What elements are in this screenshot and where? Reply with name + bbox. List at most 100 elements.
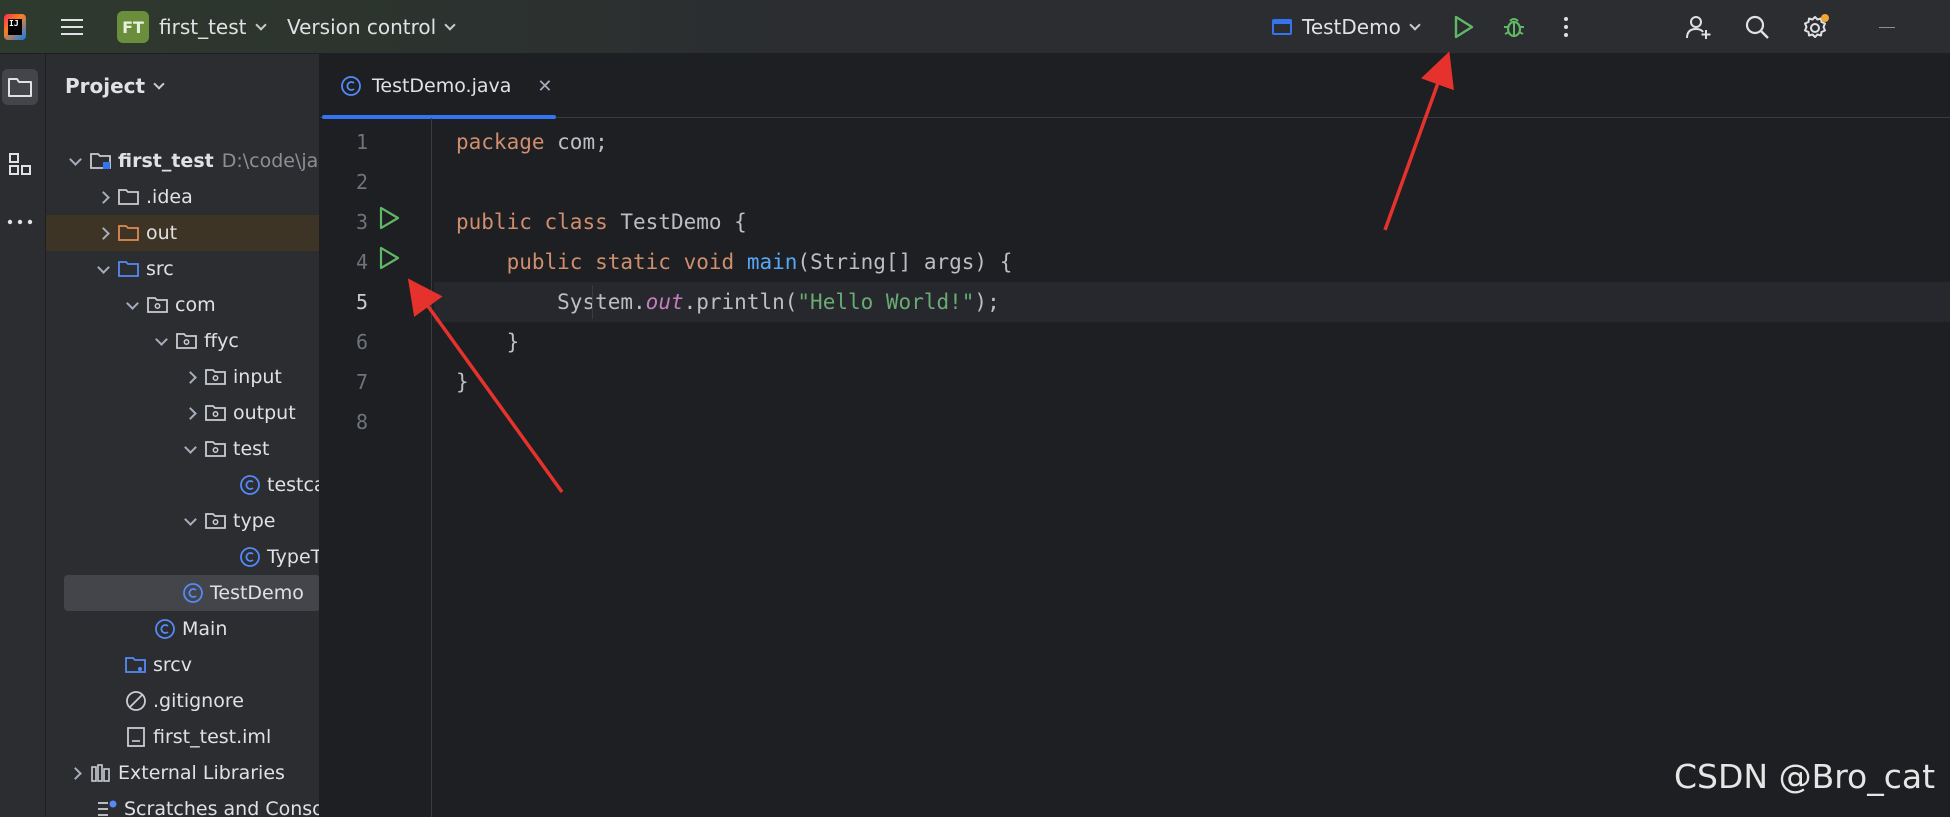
project-tool-button[interactable]	[2, 69, 38, 105]
expand-arrow-icon[interactable]	[96, 190, 110, 204]
tree-item-label: type	[233, 510, 276, 532]
line-number: 2	[355, 170, 368, 194]
collapse-arrow-icon[interactable]	[68, 154, 82, 168]
line-number: 3	[355, 210, 368, 234]
tree-item-src[interactable]: src	[46, 251, 319, 287]
java-class-icon	[240, 475, 260, 495]
tree-item-main[interactable]: Main	[46, 611, 319, 647]
chevron-down-icon	[1409, 19, 1421, 31]
tree-item-label: out	[146, 222, 178, 244]
line-number: 8	[355, 410, 368, 434]
vcs-label: Version control	[287, 15, 437, 39]
more-tool-windows-icon[interactable]	[2, 204, 38, 240]
code-area[interactable]: package com; public class TestDemo { pub…	[434, 118, 1950, 817]
tree-item-label: External Libraries	[118, 762, 285, 784]
run-button[interactable]	[1447, 0, 1481, 54]
search-button[interactable]	[1740, 0, 1774, 54]
tree-item-label: input	[233, 366, 282, 388]
tree-item-scratches[interactable]: Scratches and Conso	[46, 791, 320, 817]
run-config-name: TestDemo	[1302, 15, 1401, 39]
tree-item-gitignore[interactable]: .gitignore	[46, 683, 319, 719]
tree-item-type[interactable]: type	[46, 503, 319, 539]
gutter-run-main-button[interactable]	[376, 245, 402, 271]
indent-guide	[592, 285, 593, 319]
version-control-menu[interactable]: Version control	[287, 0, 456, 54]
panel-title: Project	[65, 74, 146, 98]
tree-item-output[interactable]: output	[46, 395, 319, 431]
minimize-icon	[1879, 26, 1895, 28]
line-number: 4	[355, 250, 368, 274]
tree-item-out[interactable]: out	[46, 215, 319, 251]
tab-label: TestDemo.java	[372, 75, 512, 97]
run-icon	[379, 246, 400, 270]
tree-item-label: .gitignore	[153, 690, 244, 712]
module-file-icon	[127, 727, 145, 747]
tree-item-external-libraries[interactable]: External Libraries	[46, 755, 319, 791]
module-folder-icon	[90, 153, 111, 169]
tree-item-first-test[interactable]: first_test D:\code\ja	[46, 143, 319, 179]
tree-item-input[interactable]: input	[46, 359, 319, 395]
run-configuration-selector[interactable]: TestDemo	[1272, 0, 1421, 54]
package-icon	[147, 297, 168, 313]
collapse-arrow-icon[interactable]	[96, 262, 110, 276]
add-user-icon	[1686, 16, 1711, 39]
tool-window-strip	[0, 54, 46, 817]
tree-item-testca[interactable]: testca	[46, 467, 320, 503]
minimize-window-button[interactable]	[1870, 0, 1904, 54]
code-line-4: public static void main (String[] args) {	[506, 250, 1013, 274]
project-switcher[interactable]: FT first_test	[117, 0, 267, 54]
excluded-folder-icon	[118, 225, 139, 241]
tree-item-label: testca	[267, 474, 320, 496]
expand-arrow-icon[interactable]	[96, 226, 110, 240]
tree-item-com[interactable]: com	[46, 287, 319, 323]
library-icon	[91, 764, 110, 782]
tree-item-label: Scratches and Conso	[124, 798, 320, 817]
tree-item-label: src	[146, 258, 174, 280]
debug-button[interactable]	[1497, 0, 1531, 54]
chevron-down-icon	[254, 19, 267, 31]
title-bar: IJ FT first_test Version control TestDem…	[0, 0, 1950, 54]
settings-button[interactable]	[1799, 0, 1833, 54]
main-menu-icon[interactable]	[56, 0, 88, 54]
close-icon[interactable]: ✕	[537, 76, 552, 97]
watermark: CSDN @Bro_cat	[1674, 757, 1936, 796]
tree-item-testdemo[interactable]: TestDemo	[64, 575, 319, 611]
expand-arrow-icon[interactable]	[183, 370, 197, 384]
project-name: first_test	[159, 15, 247, 39]
tree-item-label: test	[233, 438, 270, 460]
tab-testdemo-java[interactable]: TestDemo.java ✕	[320, 54, 556, 119]
collapse-arrow-icon[interactable]	[125, 298, 139, 312]
tree-item-label: TypeT	[267, 546, 320, 568]
collapse-arrow-icon[interactable]	[183, 442, 197, 456]
collapse-arrow-icon[interactable]	[154, 334, 168, 348]
tree-item-typet[interactable]: TypeT	[46, 539, 320, 575]
tree-item-label: TestDemo	[210, 582, 304, 604]
folder-icon	[118, 189, 139, 205]
tree-item-srcv[interactable]: srcv	[46, 647, 319, 683]
expand-arrow-icon[interactable]	[68, 766, 82, 780]
line-number: 1	[355, 130, 368, 154]
collapse-arrow-icon[interactable]	[183, 514, 197, 528]
more-actions-icon[interactable]	[1549, 0, 1583, 54]
tree-item-first-test-iml[interactable]: first_test.iml	[46, 719, 319, 755]
code-line-3: public class TestDemo {	[456, 210, 747, 234]
expand-arrow-icon[interactable]	[183, 406, 197, 420]
project-panel: Project first_test D:\code\ja .idea out …	[46, 54, 320, 817]
tree-item-label: output	[233, 402, 296, 424]
tree-item-test[interactable]: test	[46, 431, 319, 467]
editor-gutter: 1 2 3 4 5 6 7 8	[320, 118, 460, 817]
java-class-icon	[240, 547, 260, 567]
structure-tool-button[interactable]	[2, 146, 38, 182]
source-folder-icon	[118, 261, 139, 277]
tree-item-label: Main	[182, 618, 228, 640]
chevron-down-icon	[444, 19, 456, 31]
source-folder-icon	[125, 657, 146, 673]
gutter-run-class-button[interactable]	[376, 205, 402, 231]
project-panel-header[interactable]: Project	[46, 54, 319, 118]
tree-item-path: D:\code\ja	[221, 150, 319, 172]
tree-item-idea[interactable]: .idea	[46, 179, 319, 215]
code-line-5: System. out .println("Hello World!");	[434, 282, 1950, 322]
tree-item-ffyc[interactable]: ffyc	[46, 323, 319, 359]
code-with-me-button[interactable]	[1682, 0, 1716, 54]
